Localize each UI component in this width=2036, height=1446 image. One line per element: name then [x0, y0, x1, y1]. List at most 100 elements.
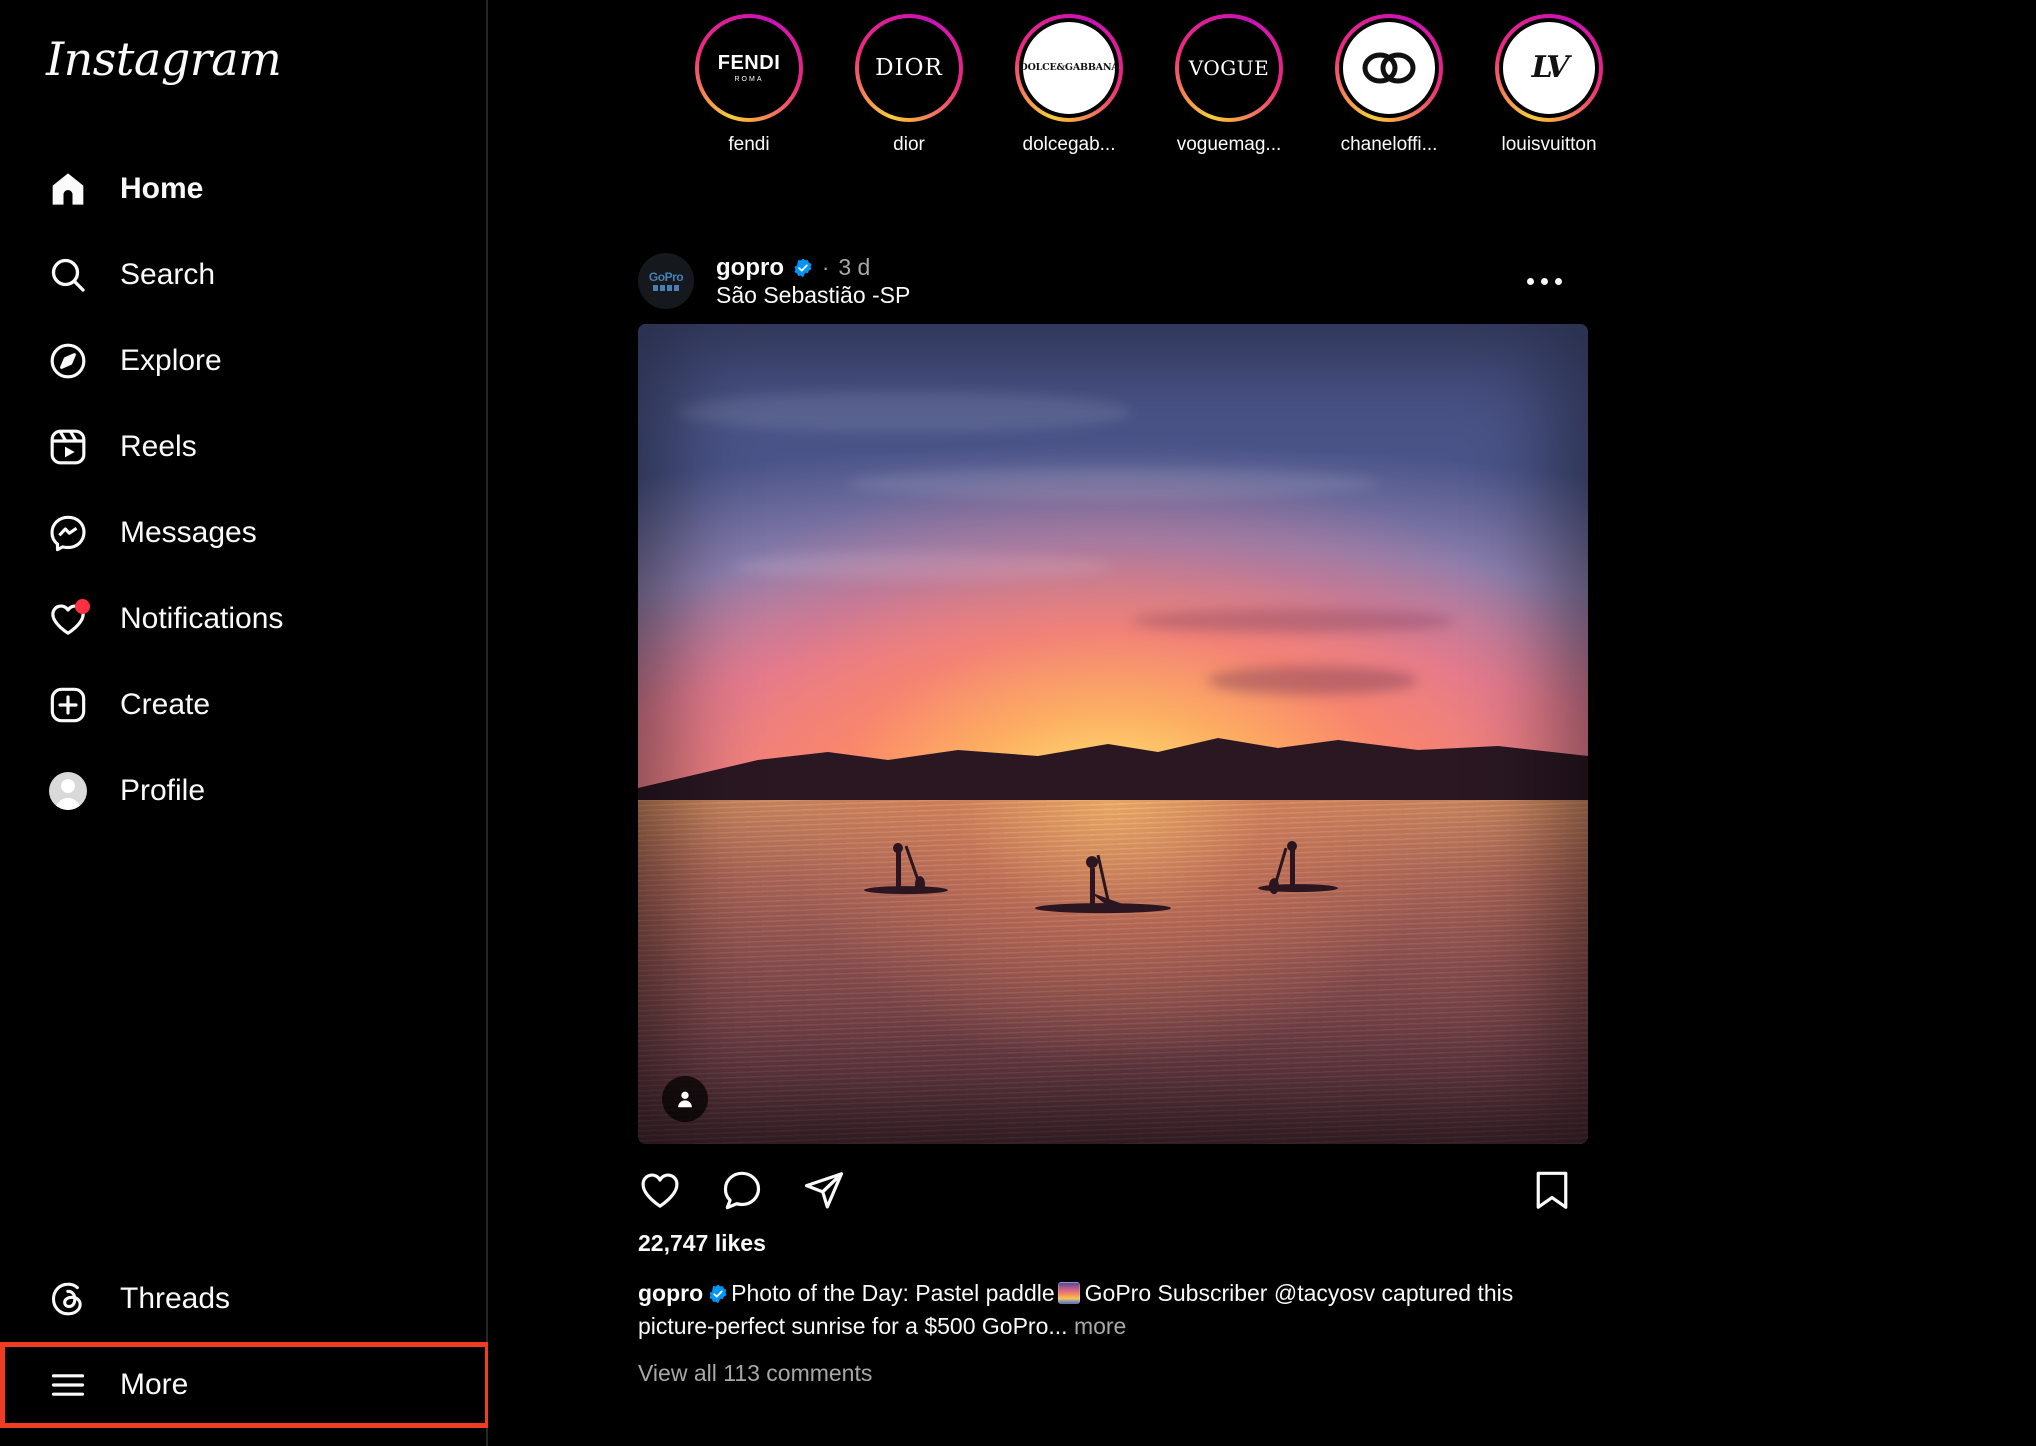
post-actions — [638, 1152, 1588, 1228]
share-icon[interactable] — [802, 1168, 846, 1212]
sidebar-nav-list: Home Search Explore Reels Messages Notif… — [0, 146, 488, 834]
sidebar-item-label: Profile — [120, 774, 206, 807]
sidebar-item-profile[interactable]: Profile — [0, 748, 488, 834]
story-item[interactable]: FENDI ROMA fendi — [684, 14, 814, 156]
post-author-avatar[interactable]: GoPro — [638, 253, 694, 309]
sidebar-more-wrapper: More — [0, 1342, 490, 1428]
louisvuitton-logo: LV — [1531, 50, 1570, 86]
photo-sky — [638, 324, 1588, 800]
post-author-username[interactable]: gopro — [716, 254, 784, 282]
story-avatar — [1339, 18, 1439, 118]
sidebar-item-label: Search — [120, 258, 216, 291]
sidebar-item-label: Threads — [120, 1282, 231, 1315]
story-username: chaneloffi... — [1340, 134, 1438, 155]
story-item[interactable]: LV louisvuitton — [1484, 14, 1614, 156]
photo-paddlers — [864, 840, 1338, 913]
sidebar-bottom-list: Threads More — [0, 1256, 490, 1428]
view-comments-link[interactable]: View all 113 comments — [638, 1360, 1588, 1387]
instagram-logo[interactable]: Instagram — [46, 32, 282, 86]
sidebar-item-label: More — [120, 1368, 189, 1401]
caption-text-part1: Photo of the Day: Pastel paddle — [731, 1280, 1055, 1306]
sidebar-item-label: Messages — [120, 516, 257, 549]
verified-badge-icon — [794, 258, 812, 277]
story-item[interactable]: VOGUE voguemag... — [1164, 14, 1294, 156]
avatar — [49, 772, 87, 810]
post-header: GoPro gopro · 3 d São Sebastião -SP — [638, 238, 1588, 324]
fendi-logo: FENDI ROMA — [717, 51, 781, 83]
post-timestamp: 3 d — [838, 254, 871, 280]
gopro-wordmark: GoPro — [648, 270, 684, 284]
verified-badge-icon — [709, 1284, 727, 1304]
sidebar-item-home[interactable]: Home — [0, 146, 488, 232]
likes-count[interactable]: 22,747 likes — [638, 1230, 1588, 1257]
sidebar-item-threads[interactable]: Threads — [0, 1256, 488, 1342]
vogue-logo: VOGUE — [1188, 55, 1270, 80]
avatar-icon — [44, 767, 92, 815]
reels-icon — [44, 423, 92, 471]
post-meta: gopro · 3 d São Sebastião -SP — [716, 254, 1513, 309]
post-caption: gopro Photo of the Day: Pastel paddle GoPr… — [638, 1277, 1543, 1342]
post-image[interactable] — [638, 324, 1588, 1144]
story-username: voguemag... — [1176, 134, 1282, 155]
chanel-cc-icon — [1362, 52, 1416, 84]
photo-sea — [638, 799, 1588, 1144]
plus-square-icon — [44, 681, 92, 729]
post-separator: · — [821, 254, 830, 280]
story-ring: DIOR — [855, 14, 963, 122]
caption-more-link[interactable]: more — [1074, 1313, 1126, 1339]
sidebar-item-label: Notifications — [120, 602, 284, 635]
story-ring: LV — [1495, 14, 1603, 122]
sidebar-item-label: Home — [120, 172, 204, 205]
home-icon — [44, 165, 92, 213]
sidebar-item-notifications[interactable]: Notifications — [0, 576, 488, 662]
like-icon[interactable] — [638, 1168, 682, 1212]
sidebar-item-label: Create — [120, 688, 211, 721]
search-icon — [44, 251, 92, 299]
story-ring — [1335, 14, 1443, 122]
sidebar-item-reels[interactable]: Reels — [0, 404, 488, 490]
sidebar-item-create[interactable]: Create — [0, 662, 488, 748]
sidebar-item-label: Reels — [120, 430, 197, 463]
post-author-row: gopro · 3 d — [716, 254, 1513, 282]
stories-tray: FENDIROMA fendi DIOR dior DOLCE&GABBANA — [684, 14, 1614, 156]
sidebar-item-label: Explore — [120, 344, 222, 377]
photo-mountain-silhouette — [638, 737, 1588, 800]
story-avatar: LV — [1499, 18, 1599, 118]
sidebar-item-more[interactable]: More — [0, 1342, 488, 1428]
story-username: dior — [893, 134, 925, 155]
sidebar-item-explore[interactable]: Explore — [0, 318, 488, 404]
notification-badge-dot — [75, 599, 90, 614]
story-avatar: FENDI ROMA — [699, 18, 799, 118]
dolcegabbana-logo: DOLCE&GABBANA — [1019, 62, 1119, 74]
tagged-people-icon[interactable] — [662, 1076, 708, 1122]
story-username: dolcegab... — [1022, 134, 1116, 155]
gopro-logo: GoPro — [648, 270, 684, 291]
feed-post: GoPro gopro · 3 d São Sebastião -SP 22,7… — [638, 238, 1588, 1387]
more-options-icon[interactable] — [1513, 264, 1576, 299]
caption-author[interactable]: gopro — [638, 1280, 703, 1306]
save-icon[interactable] — [1530, 1168, 1574, 1212]
compass-icon — [44, 337, 92, 385]
sidebar-item-messages[interactable]: Messages — [0, 490, 488, 576]
main-feed: FENDIROMA fendi DIOR dior DOLCE&GABBANA — [488, 0, 2036, 1446]
story-item[interactable]: DOLCE&GABBANA dolcegab... — [1004, 14, 1134, 156]
sidebar: Instagram Home Search Explore Reels Mess… — [0, 0, 490, 1446]
story-username: louisvuitton — [1501, 134, 1597, 155]
post-location[interactable]: São Sebastião -SP — [716, 282, 910, 308]
story-ring: DOLCE&GABBANA — [1015, 14, 1123, 122]
story-avatar: DOLCE&GABBANA — [1019, 18, 1119, 118]
dior-logo: DIOR — [875, 54, 943, 81]
instagram-app: Instagram Home Search Explore Reels Mess… — [0, 0, 2036, 1446]
sidebar-item-search[interactable]: Search — [0, 232, 488, 318]
comment-icon[interactable] — [720, 1168, 764, 1212]
story-item[interactable]: chaneloffi... — [1324, 14, 1454, 156]
sunrise-emoji-icon — [1057, 1282, 1080, 1304]
threads-icon — [44, 1275, 92, 1323]
story-ring: VOGUE — [1175, 14, 1283, 122]
gopro-bars — [652, 285, 679, 291]
heart-icon — [44, 595, 92, 643]
story-item[interactable]: DIOR dior — [844, 14, 974, 156]
story-username: fendi — [728, 134, 770, 155]
story-avatar: VOGUE — [1179, 18, 1279, 118]
story-ring: FENDI ROMA — [695, 14, 803, 122]
